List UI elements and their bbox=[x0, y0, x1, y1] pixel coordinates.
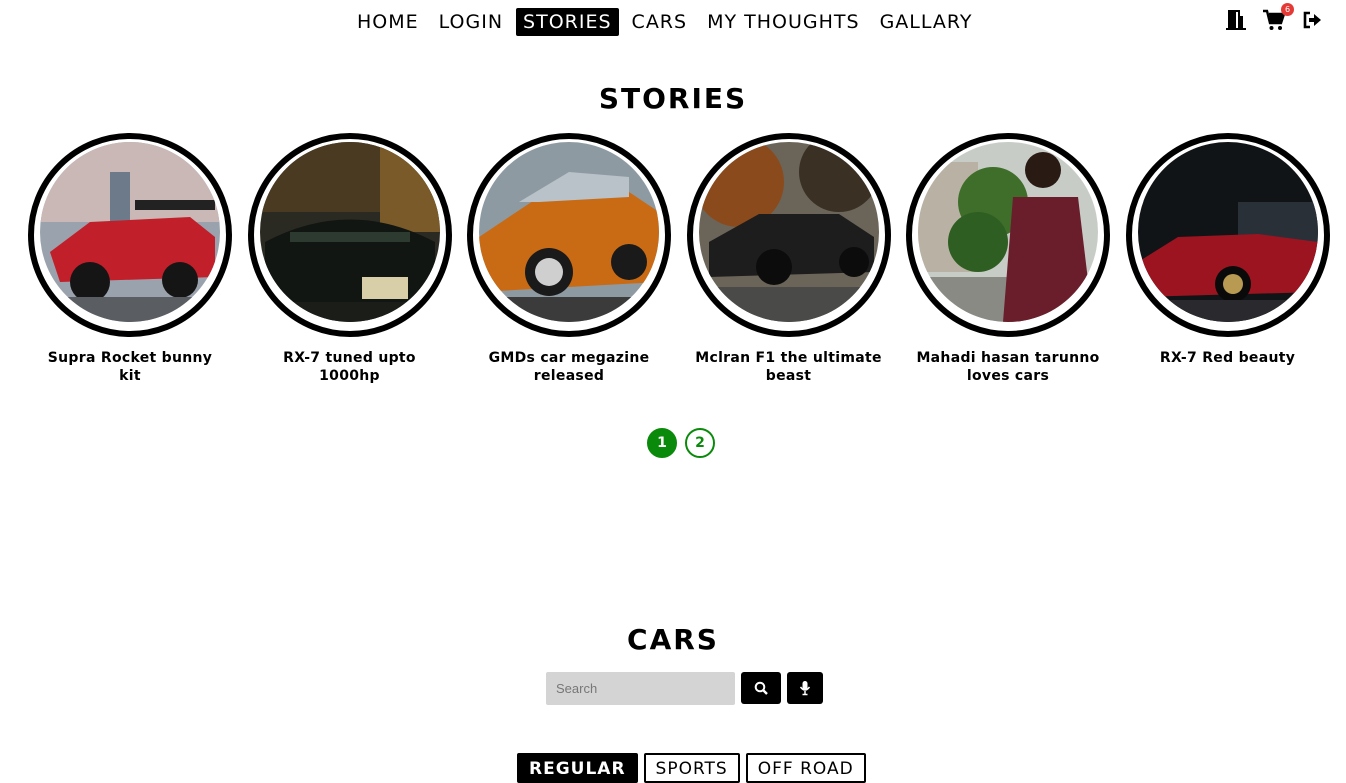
logout-arrow-icon[interactable] bbox=[1300, 8, 1324, 32]
cars-title: CARS bbox=[627, 623, 719, 656]
story-ring bbox=[686, 133, 891, 337]
car-search-bar bbox=[546, 672, 823, 705]
story-item[interactable]: RX-7 tuned upto 1000hp bbox=[247, 133, 452, 385]
story-ring bbox=[28, 133, 232, 337]
cart-icon[interactable]: 6 bbox=[1262, 3, 1294, 32]
cart-count-badge: 6 bbox=[1281, 3, 1294, 16]
microphone-icon bbox=[799, 681, 811, 696]
stories-title: STORIES bbox=[598, 82, 748, 115]
story-ring bbox=[906, 133, 1110, 337]
story-label: Mclran F1 the ultimate beast bbox=[695, 350, 882, 384]
story-thumbnail bbox=[479, 142, 659, 322]
story-item[interactable]: GMDs car megazine released bbox=[467, 133, 671, 385]
story-thumbnail bbox=[918, 142, 1098, 322]
search-icon bbox=[754, 681, 768, 695]
nav-my-thoughts[interactable]: MY THOUGHTS bbox=[700, 8, 866, 36]
story-ring bbox=[247, 133, 452, 337]
story-label: Supra Rocket bunny kit bbox=[47, 350, 213, 384]
tab-regular[interactable]: REGULAR bbox=[517, 753, 638, 783]
door-exit-icon[interactable] bbox=[1224, 8, 1248, 32]
stories-row: Supra Rocket bunny kit RX-7 tuned upto 1… bbox=[28, 133, 1345, 385]
story-label: Mahadi hasan tarunno loves cars bbox=[916, 350, 1100, 384]
nav-gallary[interactable]: GALLARY bbox=[873, 8, 980, 36]
story-ring bbox=[467, 133, 671, 337]
story-ring bbox=[1125, 133, 1330, 337]
nav-icons: 6 bbox=[1224, 3, 1324, 32]
nav-login[interactable]: LOGIN bbox=[432, 8, 510, 36]
nav-cars[interactable]: CARS bbox=[625, 8, 695, 36]
story-thumbnail bbox=[1137, 142, 1318, 322]
nav-home[interactable]: HOME bbox=[350, 8, 426, 36]
story-thumbnail bbox=[40, 142, 220, 322]
tab-sports[interactable]: SPORTS bbox=[643, 753, 740, 783]
story-label: GMDs car megazine released bbox=[488, 350, 650, 384]
story-item[interactable]: Supra Rocket bunny kit bbox=[28, 133, 232, 385]
story-item[interactable]: Mahadi hasan tarunno loves cars bbox=[906, 133, 1110, 385]
story-item[interactable]: RX-7 Red beauty bbox=[1125, 133, 1330, 385]
story-label: RX-7 tuned upto 1000hp bbox=[283, 350, 416, 384]
story-label: RX-7 Red beauty bbox=[1159, 350, 1296, 366]
page-1-button[interactable]: 1 bbox=[647, 428, 677, 458]
top-nav: HOME LOGIN STORIES CARS MY THOUGHTS GALL… bbox=[350, 7, 985, 37]
story-thumbnail bbox=[698, 142, 879, 322]
story-item[interactable]: Mclran F1 the ultimate beast bbox=[686, 133, 891, 385]
voice-search-button[interactable] bbox=[787, 672, 823, 704]
stories-pagination: 1 2 bbox=[647, 428, 715, 458]
nav-stories[interactable]: STORIES bbox=[516, 8, 619, 36]
search-button[interactable] bbox=[741, 672, 781, 704]
search-input[interactable] bbox=[546, 672, 735, 705]
story-thumbnail bbox=[259, 142, 440, 322]
car-category-tabs: REGULAR SPORTS OFF ROAD bbox=[517, 753, 866, 783]
tab-off-road[interactable]: OFF ROAD bbox=[745, 753, 866, 783]
page-2-button[interactable]: 2 bbox=[685, 428, 715, 458]
